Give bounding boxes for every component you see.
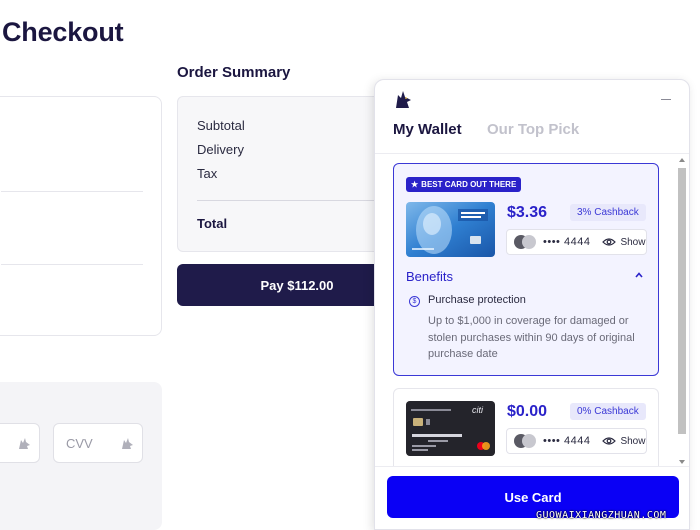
scroll-up-arrow[interactable] [679,158,685,162]
page-title: Checkout [2,17,124,47]
show-number-button[interactable]: Show [620,436,645,447]
eye-icon[interactable] [602,436,617,446]
scroll-down-arrow[interactable] [679,460,685,464]
wolf-icon [19,438,30,449]
show-number-button[interactable]: Show [620,237,645,248]
benefit-title: Purchase protection [428,294,526,306]
divider [1,264,143,265]
masked-card-number: •••• 4444 [543,435,591,447]
tab-our-top-pick[interactable]: Our Top Pick [487,121,579,138]
tax-label: Tax [197,166,218,181]
wallet-popup: My Wallet Our Top Pick ★ BEST CARD OUT T… [374,79,690,530]
minimize-button[interactable] [661,99,671,100]
dollar-icon: $ [409,296,420,307]
card-list[interactable]: ★ BEST CARD OUT THERE $3.36 3% Cashback … [375,154,689,466]
card-number-row: •••• 4444 Show [506,229,647,255]
cvv-placeholder: CVV [66,436,93,451]
benefit-description: Up to $1,000 in coverage for damaged or … [428,315,635,360]
star-icon: ★ [411,180,419,189]
best-card-badge: ★ BEST CARD OUT THERE [406,177,522,192]
mastercard-icon [514,235,536,249]
wolf-logo-icon [396,91,411,108]
amex-card-image [406,202,495,257]
shipping-form-card [0,96,162,336]
card-number-row: •••• 4444 Show [506,428,647,454]
citi-card-image: citi [406,401,495,456]
mastercard-icon [514,434,536,448]
expiry-field[interactable] [0,423,40,463]
svg-text:citi: citi [472,405,484,415]
cashback-amount: $0.00 [507,403,548,420]
benefits-toggle[interactable]: Benefits [406,269,453,284]
scrollbar-thumb[interactable] [678,168,686,434]
cashback-amount: $3.36 [507,204,548,221]
watermark: GUOWAIXIANGZHUAN.COM [536,510,667,521]
subtotal-label: Subtotal [197,118,245,133]
footer-divider [375,466,689,467]
best-card-badge-label: BEST CARD OUT THERE [421,180,517,189]
cashback-badge: 0% Cashback [570,403,646,420]
masked-card-number: •••• 4444 [543,236,591,248]
tab-my-wallet[interactable]: My Wallet [393,121,462,138]
scrollbar[interactable] [677,156,687,466]
eye-icon[interactable] [602,237,617,247]
order-summary-title: Order Summary [177,64,291,81]
divider [1,191,143,192]
total-label: Total [197,216,228,231]
chevron-up-icon[interactable] [635,272,643,278]
cvv-field[interactable]: CVV [53,423,143,463]
card-option[interactable]: citi $0.00 0% Cashback •••• 4444 Show [393,388,659,466]
cashback-badge: 3% Cashback [570,204,646,221]
delivery-label: Delivery [197,142,244,157]
card-option-best[interactable]: ★ BEST CARD OUT THERE $3.36 3% Cashback … [393,163,659,376]
wolf-icon [122,438,133,449]
